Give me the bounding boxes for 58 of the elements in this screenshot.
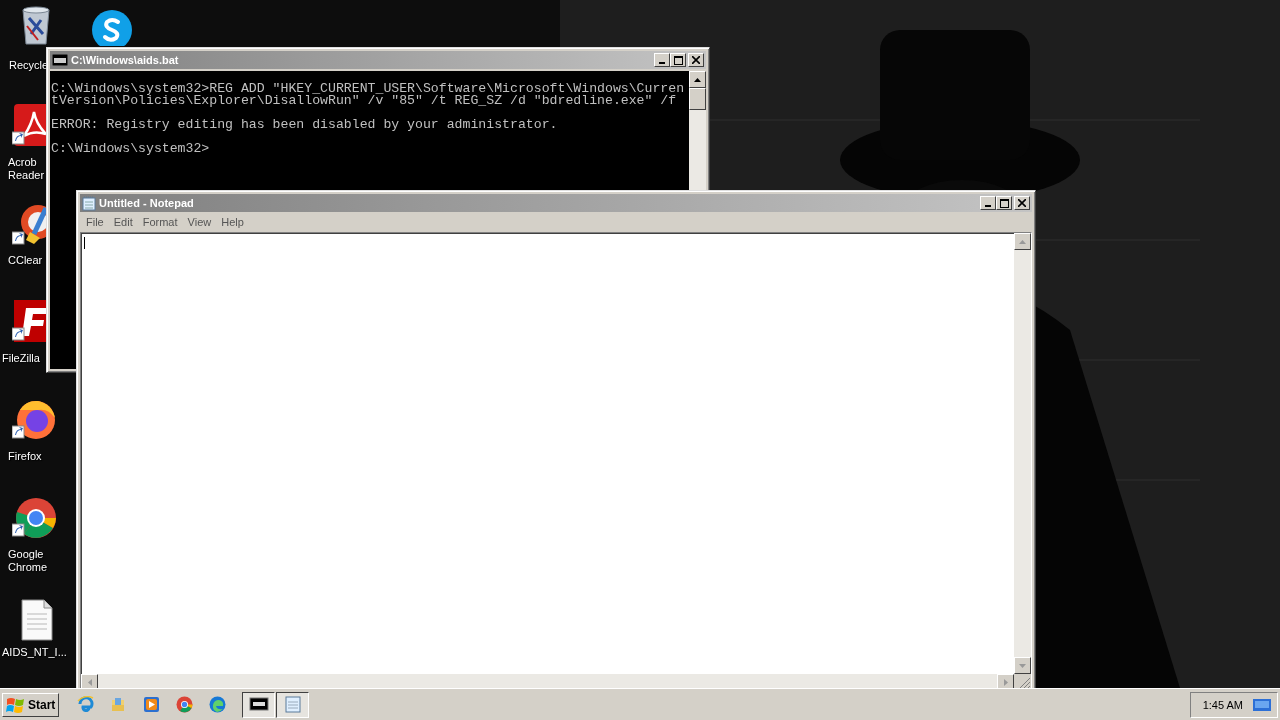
fox-globe-icon[interactable] xyxy=(12,398,58,440)
caret-down-icon xyxy=(1019,663,1026,668)
scroll-up-button[interactable] xyxy=(1014,233,1031,250)
console-line: tVersion\Policies\Explorer\DisallowRun" /v "85" /t REG_SZ /d "bdredline.exe" /f xyxy=(51,95,677,107)
console-line: C:\Windows\system32>REG ADD "HKEY_CURRENT_USER\Software\Microsoft\Windows\Curren xyxy=(51,83,686,95)
size-grip-icon[interactable] xyxy=(1014,674,1031,688)
scroll-down-button[interactable] xyxy=(1014,657,1031,674)
icon-label: Firefox xyxy=(8,450,42,463)
monitor-icon[interactable] xyxy=(1253,698,1271,711)
notepad-icon xyxy=(282,695,303,714)
close-icon xyxy=(1018,199,1026,207)
close-icon xyxy=(692,56,700,64)
icon-label: AIDS_NT_I... xyxy=(2,646,67,659)
chat-app-icon[interactable] xyxy=(90,8,134,46)
caret-right-icon xyxy=(1003,679,1008,686)
maximize-button[interactable] xyxy=(670,53,686,67)
taskbar-button[interactable] xyxy=(276,691,310,718)
menu-item[interactable]: File xyxy=(81,216,109,228)
menu-item[interactable]: View xyxy=(182,216,217,228)
maximize-icon xyxy=(999,198,1009,208)
window-title: C:\Windows\aids.bat xyxy=(71,54,180,66)
window-title: Untitled - Notepad xyxy=(99,197,195,209)
console-icon xyxy=(52,54,68,66)
icon-label: Acrob Reader xyxy=(8,156,45,182)
notepad-icon xyxy=(82,195,96,211)
scroll-thumb[interactable] xyxy=(689,88,706,110)
taskbar-button[interactable] xyxy=(242,691,276,718)
minimize-button[interactable] xyxy=(980,196,996,210)
menu-item[interactable]: Help xyxy=(216,216,249,228)
caret-up-icon xyxy=(1019,239,1026,244)
clock[interactable]: 1:45 AM xyxy=(1202,698,1243,711)
start-button[interactable]: Start xyxy=(2,692,60,717)
icon-label: CClear xyxy=(8,254,43,267)
maximize-icon xyxy=(673,55,683,65)
console-icon xyxy=(248,695,269,714)
vertical-scrollbar[interactable] xyxy=(1014,233,1031,674)
caret-left-icon xyxy=(87,679,92,686)
caret-up-icon xyxy=(694,77,701,82)
transfer-app-icon[interactable] xyxy=(12,300,46,342)
browser-icon[interactable] xyxy=(12,496,58,538)
menu-item[interactable]: Edit xyxy=(108,216,138,228)
close-button[interactable] xyxy=(1014,196,1030,210)
console-line: C:\Windows\system32> xyxy=(51,143,211,155)
pdf-reader-icon[interactable] xyxy=(12,104,46,146)
icon-label: FileZilla xyxy=(2,352,40,365)
maximize-button[interactable] xyxy=(996,196,1012,210)
minimize-button[interactable] xyxy=(654,53,670,67)
console-line: ERROR: Registry editing has been disabled by your administrator. xyxy=(51,119,559,131)
scroll-up-button[interactable] xyxy=(689,71,706,88)
scroll-right-button[interactable] xyxy=(997,674,1014,688)
scroll-left-button[interactable] xyxy=(81,674,98,688)
play-icon[interactable] xyxy=(143,696,161,713)
menu-item[interactable]: Format xyxy=(137,216,183,228)
horizontal-scrollbar[interactable] xyxy=(81,674,1014,688)
flag-icon xyxy=(6,695,26,714)
icon-label: Google Chrome xyxy=(8,548,48,574)
text-cursor xyxy=(84,237,85,249)
close-button[interactable] xyxy=(688,53,704,67)
